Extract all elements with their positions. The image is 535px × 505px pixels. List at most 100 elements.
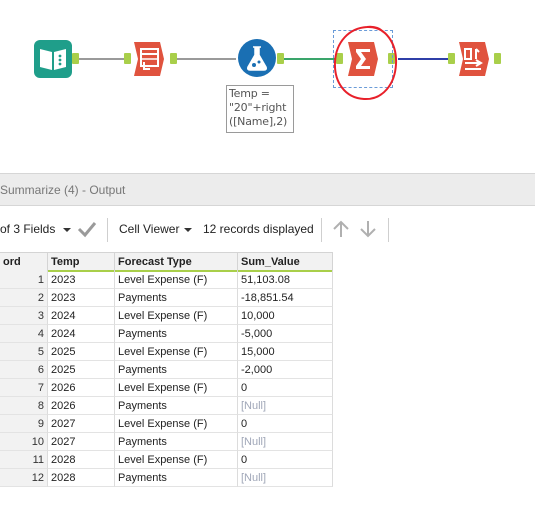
panel-title: Summarize (4) - Output	[0, 183, 126, 197]
temp-cell[interactable]: 2025	[48, 361, 115, 379]
record-number-cell[interactable]: 5	[0, 343, 48, 361]
forecast-type-cell[interactable]: Level Expense (F)	[115, 307, 238, 325]
table-row[interactable]: 9 2027 Level Expense (F) 0	[0, 415, 333, 433]
column-header-label: Sum_Value	[241, 256, 300, 268]
forecast-type-cell[interactable]: Level Expense (F)	[115, 415, 238, 433]
forecast-type-cell[interactable]: Level Expense (F)	[115, 451, 238, 469]
connection-wire[interactable]	[398, 58, 452, 60]
table-row[interactable]: 10 2027 Payments [Null]	[0, 433, 333, 451]
record-number-cell[interactable]: 6	[0, 361, 48, 379]
sum-value-cell[interactable]: 0	[238, 451, 333, 469]
connection-wire[interactable]	[172, 58, 236, 60]
fields-selector[interactable]: of 3 Fields	[0, 222, 55, 236]
table-row[interactable]: 1 2023 Level Expense (F) 51,103.08	[0, 271, 333, 289]
sort-tool[interactable]	[455, 40, 493, 78]
record-number-cell[interactable]: 2	[0, 289, 48, 307]
temp-cell[interactable]: 2028	[48, 469, 115, 487]
column-header-record[interactable]: ord	[0, 253, 48, 271]
column-header-forecast-type[interactable]: Forecast Type	[115, 253, 238, 272]
record-number-cell[interactable]: 7	[0, 379, 48, 397]
toolbar-divider	[388, 218, 389, 242]
temp-cell[interactable]: 2026	[48, 379, 115, 397]
temp-cell[interactable]: 2023	[48, 271, 115, 289]
formula-annotation: Temp = "20"+right ([Name],2)	[226, 85, 294, 133]
chevron-down-icon[interactable]	[56, 218, 78, 240]
record-number-cell[interactable]: 1	[0, 271, 48, 289]
output-anchor[interactable]	[277, 53, 284, 64]
select-records-tool[interactable]	[130, 40, 168, 78]
table-row[interactable]: 5 2025 Level Expense (F) 15,000	[0, 343, 333, 361]
forecast-type-cell[interactable]: Payments	[115, 289, 238, 307]
toolbar-divider	[107, 218, 108, 242]
column-header-temp[interactable]: Temp	[48, 253, 115, 272]
column-header-label: Temp	[51, 256, 80, 268]
temp-cell[interactable]: 2027	[48, 415, 115, 433]
forecast-type-cell[interactable]: Level Expense (F)	[115, 343, 238, 361]
table-row[interactable]: 11 2028 Level Expense (F) 0	[0, 451, 333, 469]
red-circle-markup	[333, 25, 398, 101]
sum-value-cell[interactable]: 15,000	[238, 343, 333, 361]
table-row[interactable]: 8 2026 Payments [Null]	[0, 397, 333, 415]
sum-value-cell[interactable]: 51,103.08	[238, 271, 333, 289]
forecast-type-cell[interactable]: Payments	[115, 433, 238, 451]
results-toolbar: of 3 Fields Cell Viewer 12 records displ…	[0, 206, 535, 252]
output-anchor[interactable]	[494, 53, 501, 64]
temp-cell[interactable]: 2027	[48, 433, 115, 451]
record-number-cell[interactable]: 9	[0, 415, 48, 433]
workflow-canvas[interactable]: Temp = "20"+right ([Name],2)	[0, 0, 535, 172]
sort-icon	[459, 42, 489, 76]
results-panel-header: Summarize (4) - Output	[0, 173, 535, 206]
toolbar-divider	[321, 218, 322, 242]
table-row[interactable]: 12 2028 Payments [Null]	[0, 469, 333, 487]
record-number-cell[interactable]: 8	[0, 397, 48, 415]
column-header-label: Forecast Type	[118, 256, 192, 268]
forecast-type-cell[interactable]: Payments	[115, 469, 238, 487]
forecast-type-cell[interactable]: Payments	[115, 361, 238, 379]
sum-value-cell[interactable]: 0	[238, 379, 333, 397]
temp-cell[interactable]: 2026	[48, 397, 115, 415]
sum-value-cell[interactable]: -5,000	[238, 325, 333, 343]
arrow-down-icon[interactable]	[357, 218, 379, 240]
temp-cell[interactable]: 2025	[48, 343, 115, 361]
cell-viewer-button[interactable]: Cell Viewer	[119, 222, 179, 236]
checkmark-icon[interactable]	[76, 218, 98, 240]
sum-value-cell[interactable]: 0	[238, 415, 333, 433]
table-row[interactable]: 3 2024 Level Expense (F) 10,000	[0, 307, 333, 325]
sum-value-cell[interactable]: [Null]	[238, 397, 333, 415]
chevron-down-icon[interactable]	[177, 218, 199, 240]
record-number-cell[interactable]: 3	[0, 307, 48, 325]
temp-cell[interactable]: 2024	[48, 325, 115, 343]
arrow-up-icon[interactable]	[330, 218, 352, 240]
table-row[interactable]: 2 2023 Payments -18,851.54	[0, 289, 333, 307]
formula-tool[interactable]	[238, 39, 276, 77]
input-anchor[interactable]	[448, 53, 455, 64]
forecast-type-cell[interactable]: Payments	[115, 325, 238, 343]
book-icon	[34, 40, 72, 78]
temp-cell[interactable]: 2028	[48, 451, 115, 469]
flask-icon	[238, 39, 276, 77]
forecast-type-cell[interactable]: Payments	[115, 397, 238, 415]
input-data-tool[interactable]	[34, 40, 72, 78]
sum-value-cell[interactable]: [Null]	[238, 469, 333, 487]
sum-value-cell[interactable]: -18,851.54	[238, 289, 333, 307]
table-row[interactable]: 7 2026 Level Expense (F) 0	[0, 379, 333, 397]
record-number-cell[interactable]: 4	[0, 325, 48, 343]
record-number-cell[interactable]: 10	[0, 433, 48, 451]
column-header-sum-value[interactable]: Sum_Value	[238, 253, 333, 272]
forecast-type-cell[interactable]: Level Expense (F)	[115, 271, 238, 289]
record-number-cell[interactable]: 11	[0, 451, 48, 469]
output-anchor[interactable]	[170, 53, 177, 64]
output-anchor[interactable]	[72, 53, 79, 64]
temp-cell[interactable]: 2023	[48, 289, 115, 307]
sum-value-cell[interactable]: [Null]	[238, 433, 333, 451]
sum-value-cell[interactable]: 10,000	[238, 307, 333, 325]
temp-cell[interactable]: 2024	[48, 307, 115, 325]
column-header-label: ord	[3, 256, 21, 268]
record-number-cell[interactable]: 12	[0, 469, 48, 487]
table-row[interactable]: 6 2025 Payments -2,000	[0, 361, 333, 379]
table-row[interactable]: 4 2024 Payments -5,000	[0, 325, 333, 343]
forecast-type-cell[interactable]: Level Expense (F)	[115, 379, 238, 397]
connection-wire[interactable]	[279, 58, 335, 60]
connection-wire[interactable]	[75, 58, 129, 60]
sum-value-cell[interactable]: -2,000	[238, 361, 333, 379]
